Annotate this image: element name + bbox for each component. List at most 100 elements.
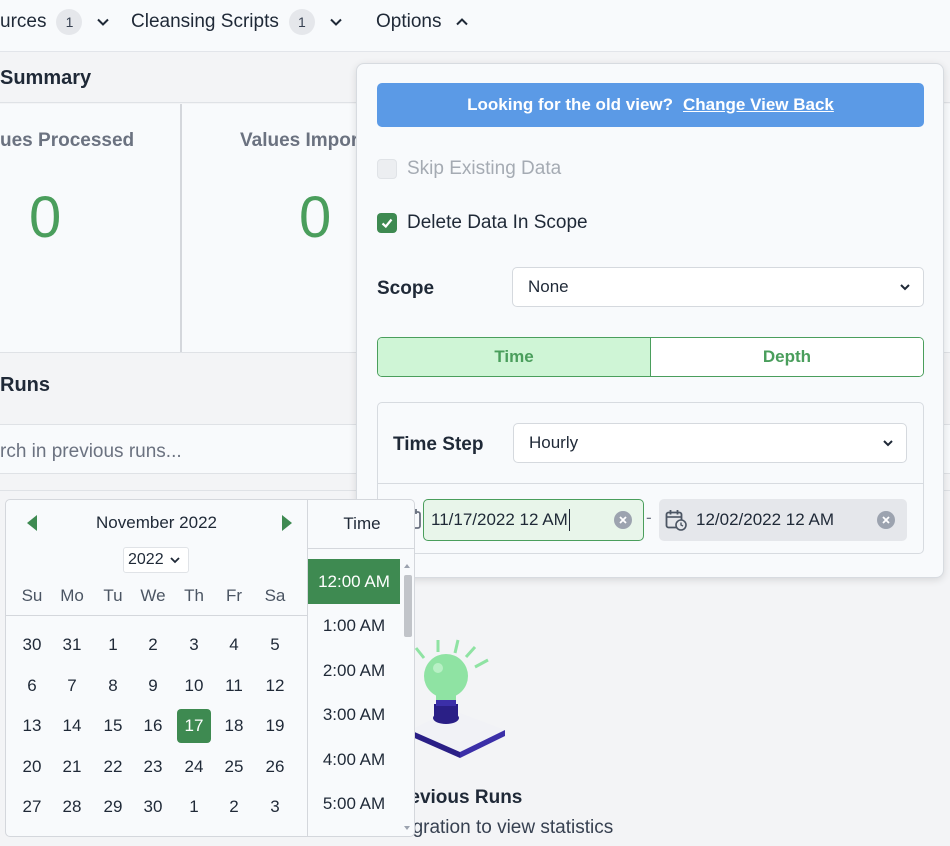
summary-title: Summary bbox=[0, 67, 92, 89]
tab-time[interactable]: Time bbox=[378, 338, 651, 376]
change-view-back-link[interactable]: Change View Back bbox=[683, 95, 834, 115]
runs-search-placeholder: rch in previous runs... bbox=[0, 441, 182, 462]
calendar-day[interactable]: 13 bbox=[15, 709, 49, 743]
tab-depth[interactable]: Depth bbox=[651, 338, 923, 376]
time-option[interactable]: 3:00 AM bbox=[308, 693, 400, 738]
options-panel: Looking for the old view? Change View Ba… bbox=[356, 63, 944, 578]
calendar-day[interactable]: 3 bbox=[177, 628, 211, 662]
time-step-box: Time Step Hourly 11/17/2022 12 AM - 12/0… bbox=[377, 402, 924, 554]
calendar-day[interactable]: 2 bbox=[136, 628, 170, 662]
calendar-day[interactable]: 6 bbox=[15, 669, 49, 703]
calendar-day[interactable]: 26 bbox=[258, 750, 292, 784]
clear-end-date-icon[interactable] bbox=[877, 511, 895, 529]
chevron-up-icon bbox=[456, 18, 469, 26]
calendar-day[interactable]: 17 bbox=[177, 709, 211, 743]
calendar-day[interactable]: 3 bbox=[258, 790, 292, 824]
weekday-header: Su bbox=[21, 586, 43, 605]
chevron-down-icon bbox=[169, 557, 180, 564]
end-date-input[interactable]: 12/02/2022 12 AM bbox=[659, 499, 907, 541]
runs-title: Runs bbox=[0, 374, 50, 396]
calendar-header-divider bbox=[6, 615, 307, 616]
calendar-day[interactable]: 24 bbox=[177, 750, 211, 784]
year-select[interactable]: 2022 bbox=[123, 547, 189, 573]
close-icon bbox=[882, 516, 890, 524]
old-view-text: Looking for the old view? bbox=[467, 95, 674, 114]
chevron-down-icon bbox=[97, 18, 110, 26]
calendar-day[interactable]: 2 bbox=[217, 790, 251, 824]
calendar-day[interactable]: 28 bbox=[55, 790, 89, 824]
weekday-header: Tu bbox=[103, 586, 123, 605]
delete-scope-checkbox[interactable] bbox=[377, 213, 397, 233]
nav-sources[interactable]: urces 1 bbox=[0, 0, 110, 44]
calendar-month-title: November 2022 bbox=[96, 513, 217, 532]
calendar-day[interactable]: 23 bbox=[136, 750, 170, 784]
calendar-day[interactable]: 14 bbox=[55, 709, 89, 743]
weekday-header: We bbox=[140, 586, 166, 605]
time-list-scroll-thumb[interactable] bbox=[404, 575, 412, 637]
stat-divider bbox=[180, 104, 182, 352]
calendar-day[interactable]: 31 bbox=[55, 628, 89, 662]
start-date-input[interactable]: 11/17/2022 12 AM bbox=[423, 499, 644, 541]
scope-label: Scope bbox=[377, 278, 435, 299]
nav-cleansing-count-badge: 1 bbox=[288, 9, 315, 35]
empty-state-subtitle: egration to view statistics bbox=[402, 817, 614, 838]
nav-options[interactable]: Options bbox=[376, 0, 469, 44]
time-step-select[interactable]: Hourly bbox=[513, 423, 907, 463]
scope-select-value: None bbox=[528, 277, 569, 296]
time-list-header-divider bbox=[308, 548, 414, 549]
calendar-day[interactable]: 30 bbox=[136, 790, 170, 824]
calendar-day[interactable]: 15 bbox=[96, 709, 130, 743]
nav-cleansing-scripts[interactable]: Cleansing Scripts 1 bbox=[131, 0, 343, 44]
skip-existing-checkbox[interactable] bbox=[377, 159, 397, 179]
nav-sources-count-badge: 1 bbox=[56, 9, 83, 35]
nav-options-label: Options bbox=[376, 11, 442, 32]
calendar-day[interactable]: 25 bbox=[217, 750, 251, 784]
chevron-down-icon bbox=[900, 284, 910, 291]
time-option[interactable]: 1:00 AM bbox=[308, 604, 400, 649]
end-date-value: 12/02/2022 12 AM bbox=[696, 510, 835, 529]
old-view-banner: Looking for the old view? Change View Ba… bbox=[377, 83, 924, 127]
delete-scope-row[interactable]: Delete Data In Scope bbox=[377, 211, 588, 235]
calendar-day[interactable]: 29 bbox=[96, 790, 130, 824]
calendar-day[interactable]: 4 bbox=[217, 628, 251, 662]
time-option[interactable]: 2:00 AM bbox=[308, 648, 400, 693]
mode-segmented-control: Time Depth bbox=[377, 337, 924, 377]
delete-scope-label: Delete Data In Scope bbox=[407, 212, 588, 233]
date-picker-popup: November 2022 2022 Su Mo Tu We Th Fr Sa 30 31 1 2… bbox=[5, 499, 415, 837]
calendar-day[interactable]: 30 bbox=[15, 628, 49, 662]
calendar-day[interactable]: 19 bbox=[258, 709, 292, 743]
lightbulb-illustration-icon bbox=[410, 639, 505, 758]
skip-existing-row[interactable]: Skip Existing Data bbox=[377, 157, 561, 181]
calendar-day[interactable]: 8 bbox=[96, 669, 130, 703]
calendar-day[interactable]: 21 bbox=[55, 750, 89, 784]
scope-select[interactable]: None bbox=[512, 267, 924, 307]
time-list-header: Time bbox=[343, 514, 381, 533]
calendar-day[interactable]: 7 bbox=[55, 669, 89, 703]
calendar-day[interactable]: 22 bbox=[96, 750, 130, 784]
stat-card-processed: ues Processed 0 bbox=[0, 104, 180, 353]
checkmark-icon bbox=[381, 218, 393, 229]
clear-start-date-icon[interactable] bbox=[614, 511, 632, 529]
next-month-arrow-icon[interactable] bbox=[281, 514, 293, 532]
weekday-header: Sa bbox=[264, 586, 286, 605]
empty-state-title: revious Runs bbox=[402, 787, 523, 808]
calendar-day[interactable]: 12 bbox=[258, 669, 292, 703]
time-option[interactable]: 5:00 AM bbox=[308, 782, 400, 827]
calendar-day[interactable]: 11 bbox=[217, 669, 251, 703]
calendar-day[interactable]: 1 bbox=[177, 790, 211, 824]
time-step-divider bbox=[378, 483, 923, 484]
date-picker-month: November 2022 2022 Su Mo Tu We Th Fr Sa 30 31 1 2… bbox=[6, 500, 307, 836]
calendar-day[interactable]: 18 bbox=[217, 709, 251, 743]
calendar-day[interactable]: 1 bbox=[96, 628, 130, 662]
stat-card-imported: Values Impor 0 bbox=[182, 104, 362, 353]
calendar-day[interactable]: 16 bbox=[136, 709, 170, 743]
time-option[interactable]: 12:00 AM bbox=[308, 559, 400, 604]
scroll-down-arrow-icon[interactable] bbox=[402, 824, 412, 832]
calendar-day[interactable]: 10 bbox=[177, 669, 211, 703]
calendar-day[interactable]: 9 bbox=[136, 669, 170, 703]
time-option[interactable]: 4:00 AM bbox=[308, 737, 400, 782]
calendar-day[interactable]: 27 bbox=[15, 790, 49, 824]
scroll-up-arrow-icon[interactable] bbox=[402, 562, 412, 570]
calendar-day[interactable]: 5 bbox=[258, 628, 292, 662]
calendar-day[interactable]: 20 bbox=[15, 750, 49, 784]
